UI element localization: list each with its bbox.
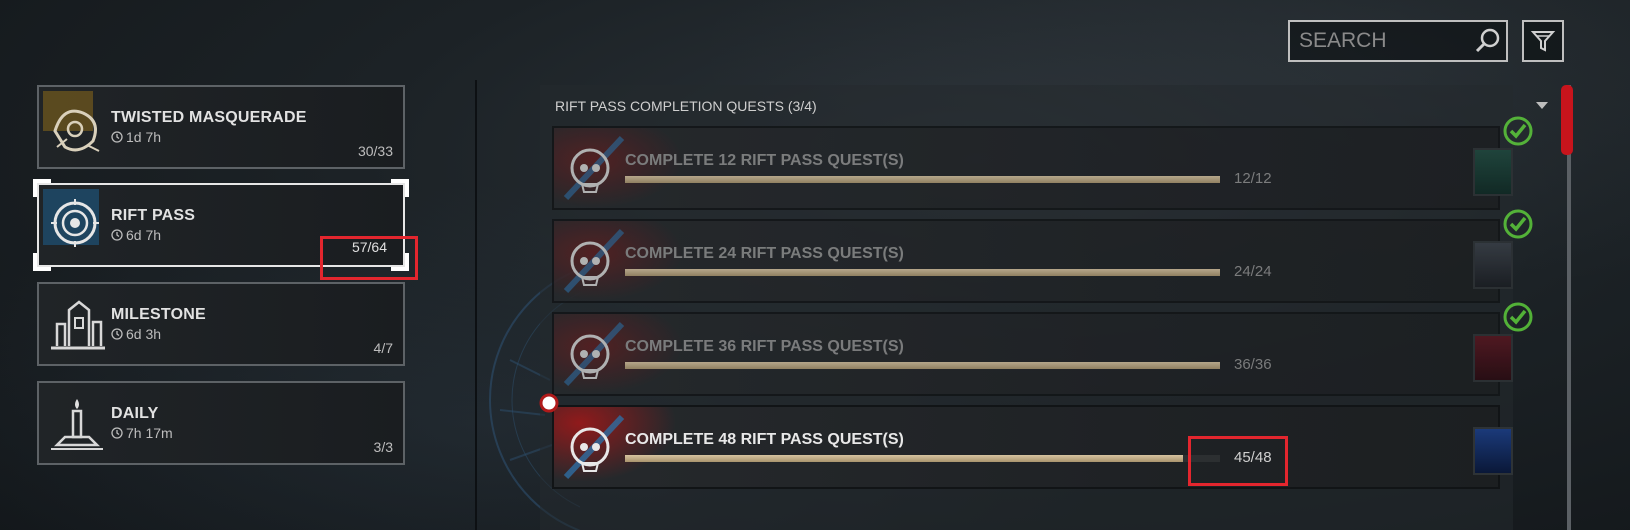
quest-progress-fill (625, 269, 1220, 276)
category-timer-text: 1d 7h (126, 129, 162, 145)
quest-row-active[interactable]: COMPLETE 48 RIFT PASS QUEST(S) 45/48 (552, 405, 1513, 489)
category-timer: 6d 7h (111, 227, 161, 243)
search-box[interactable] (1288, 20, 1508, 62)
category-timer-text: 6d 3h (126, 326, 162, 342)
checkmark-icon (1503, 302, 1533, 332)
clock-icon (111, 229, 123, 241)
category-title: MILESTONE (111, 306, 206, 323)
highlight-box-category-count (320, 236, 418, 280)
category-title: DAILY (111, 405, 159, 422)
quest-row[interactable]: COMPLETE 12 RIFT PASS QUEST(S) 12/12 (552, 116, 1533, 210)
scrollbar-thumb[interactable] (1561, 85, 1573, 155)
quest-progress-text: 36/36 (1234, 356, 1272, 373)
filter-icon (1530, 31, 1556, 52)
skull-emblem-icon (563, 135, 625, 201)
milestone-emblem-icon (51, 300, 105, 350)
category-timer: 1d 7h (111, 129, 161, 145)
quest-progress-bar (625, 176, 1220, 183)
quest-progress-bar (625, 455, 1220, 462)
clock-icon (111, 427, 123, 439)
quest-group-header[interactable]: RIFT PASS COMPLETION QUESTS (3/4) (555, 98, 817, 114)
clock-icon (111, 328, 123, 340)
selection-corner (391, 179, 409, 197)
category-count: 4/7 (373, 340, 393, 356)
filter-button[interactable] (1522, 20, 1564, 62)
quest-progress-text: 12/12 (1234, 170, 1272, 187)
category-card-daily[interactable]: DAILY 7h 17m 3/3 (37, 381, 405, 465)
reward-thumbnail[interactable] (1473, 427, 1513, 475)
checkmark-icon (1503, 116, 1533, 146)
checkmark-icon (1503, 209, 1533, 239)
skull-emblem-icon (563, 321, 625, 387)
notification-bubble-icon (539, 393, 559, 413)
reward-thumbnail[interactable] (1473, 148, 1513, 196)
quest-row[interactable]: COMPLETE 24 RIFT PASS QUEST(S) 24/24 (552, 209, 1533, 303)
quest-name: COMPLETE 12 RIFT PASS QUEST(S) (625, 152, 904, 169)
quest-progress-fill (625, 362, 1220, 369)
clock-icon (111, 131, 123, 143)
skull-emblem-icon (563, 228, 625, 294)
category-timer: 7h 17m (111, 425, 173, 441)
skull-emblem-icon (563, 414, 625, 480)
category-timer: 6d 3h (111, 326, 161, 342)
category-timer-text: 7h 17m (126, 425, 173, 441)
quest-progress-bar (625, 362, 1220, 369)
category-card-twisted-masquerade[interactable]: TWISTED MASQUERADE 1d 7h 30/33 (37, 85, 405, 169)
quest-progress-fill (625, 176, 1220, 183)
quest-row[interactable]: COMPLETE 36 RIFT PASS QUEST(S) 36/36 (552, 302, 1533, 396)
reward-thumbnail[interactable] (1473, 334, 1513, 382)
quest-name: COMPLETE 48 RIFT PASS QUEST(S) (625, 431, 904, 448)
category-timer-text: 6d 7h (126, 227, 162, 243)
category-title: RIFT PASS (111, 207, 196, 224)
quest-group-count: (3/4) (787, 98, 817, 114)
category-card-milestone[interactable]: MILESTONE 6d 3h 4/7 (37, 282, 405, 366)
daily-candle-emblem-icon (51, 399, 103, 450)
quest-name: COMPLETE 24 RIFT PASS QUEST(S) (625, 245, 904, 262)
quest-group-title: RIFT PASS COMPLETION QUESTS (555, 98, 784, 114)
reward-thumbnail[interactable] (1473, 241, 1513, 289)
category-title: TWISTED MASQUERADE (111, 109, 307, 126)
search-input[interactable] (1290, 28, 1470, 54)
chevron-down-icon[interactable] (1536, 102, 1548, 109)
rift-pass-emblem-icon (43, 189, 99, 247)
panel-divider (475, 80, 477, 530)
category-count: 3/3 (373, 439, 393, 455)
highlight-box-quest-progress (1188, 436, 1288, 486)
quest-progress-bar (625, 269, 1220, 276)
quest-progress-fill (625, 455, 1183, 462)
quest-progress-text: 24/24 (1234, 263, 1272, 280)
masquerade-emblem-icon (43, 91, 100, 152)
category-count: 30/33 (357, 143, 393, 159)
search-icon[interactable] (1470, 23, 1506, 59)
quest-name: COMPLETE 36 RIFT PASS QUEST(S) (625, 338, 904, 355)
